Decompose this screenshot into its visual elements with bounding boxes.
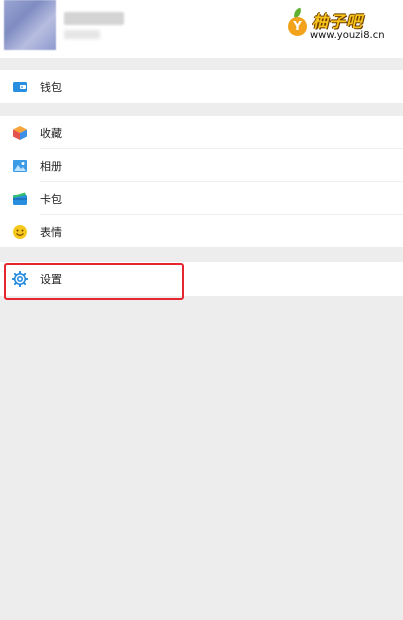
profile-name-blurred bbox=[64, 12, 124, 25]
menu-item-settings[interactable]: 设置 bbox=[0, 262, 403, 296]
main-menu-group: 收藏 相册 卡包 表情 bbox=[0, 116, 403, 247]
watermark-logo: Y 柚子吧 www.youzi8.cn bbox=[288, 6, 400, 46]
photo-album-icon bbox=[13, 159, 27, 172]
watermark-url: www.youzi8.cn bbox=[310, 30, 385, 41]
avatar[interactable] bbox=[4, 0, 56, 50]
menu-item-favorites[interactable]: 收藏 bbox=[0, 116, 403, 149]
menu-item-label: 钱包 bbox=[40, 80, 62, 94]
menu-item-label: 收藏 bbox=[40, 126, 62, 140]
menu-item-label: 设置 bbox=[40, 273, 62, 286]
settings-gear-icon bbox=[12, 271, 28, 287]
wechat-me-page: Y 柚子吧 www.youzi8.cn 钱包 收藏 相册 卡包 表情 设置 bbox=[0, 0, 403, 620]
menu-item-label: 相册 bbox=[40, 159, 62, 173]
wallet-group: 钱包 bbox=[0, 70, 403, 103]
favorites-cube-icon bbox=[13, 125, 27, 140]
profile-header[interactable]: Y 柚子吧 www.youzi8.cn bbox=[0, 0, 403, 58]
profile-id-blurred bbox=[64, 30, 100, 39]
menu-item-card-pack[interactable]: 卡包 bbox=[0, 182, 403, 215]
emoji-smiley-icon bbox=[13, 224, 27, 239]
menu-item-label: 卡包 bbox=[40, 192, 62, 206]
menu-item-wallet[interactable]: 钱包 bbox=[0, 70, 403, 103]
settings-group: 设置 bbox=[0, 262, 403, 296]
watermark-title: 柚子吧 bbox=[312, 12, 364, 31]
menu-item-emoji[interactable]: 表情 bbox=[0, 215, 403, 248]
menu-item-label: 表情 bbox=[40, 225, 62, 239]
wallet-icon bbox=[13, 81, 27, 92]
menu-item-album[interactable]: 相册 bbox=[0, 149, 403, 182]
orange-badge-icon: Y bbox=[288, 17, 307, 36]
card-pack-icon bbox=[13, 192, 27, 205]
